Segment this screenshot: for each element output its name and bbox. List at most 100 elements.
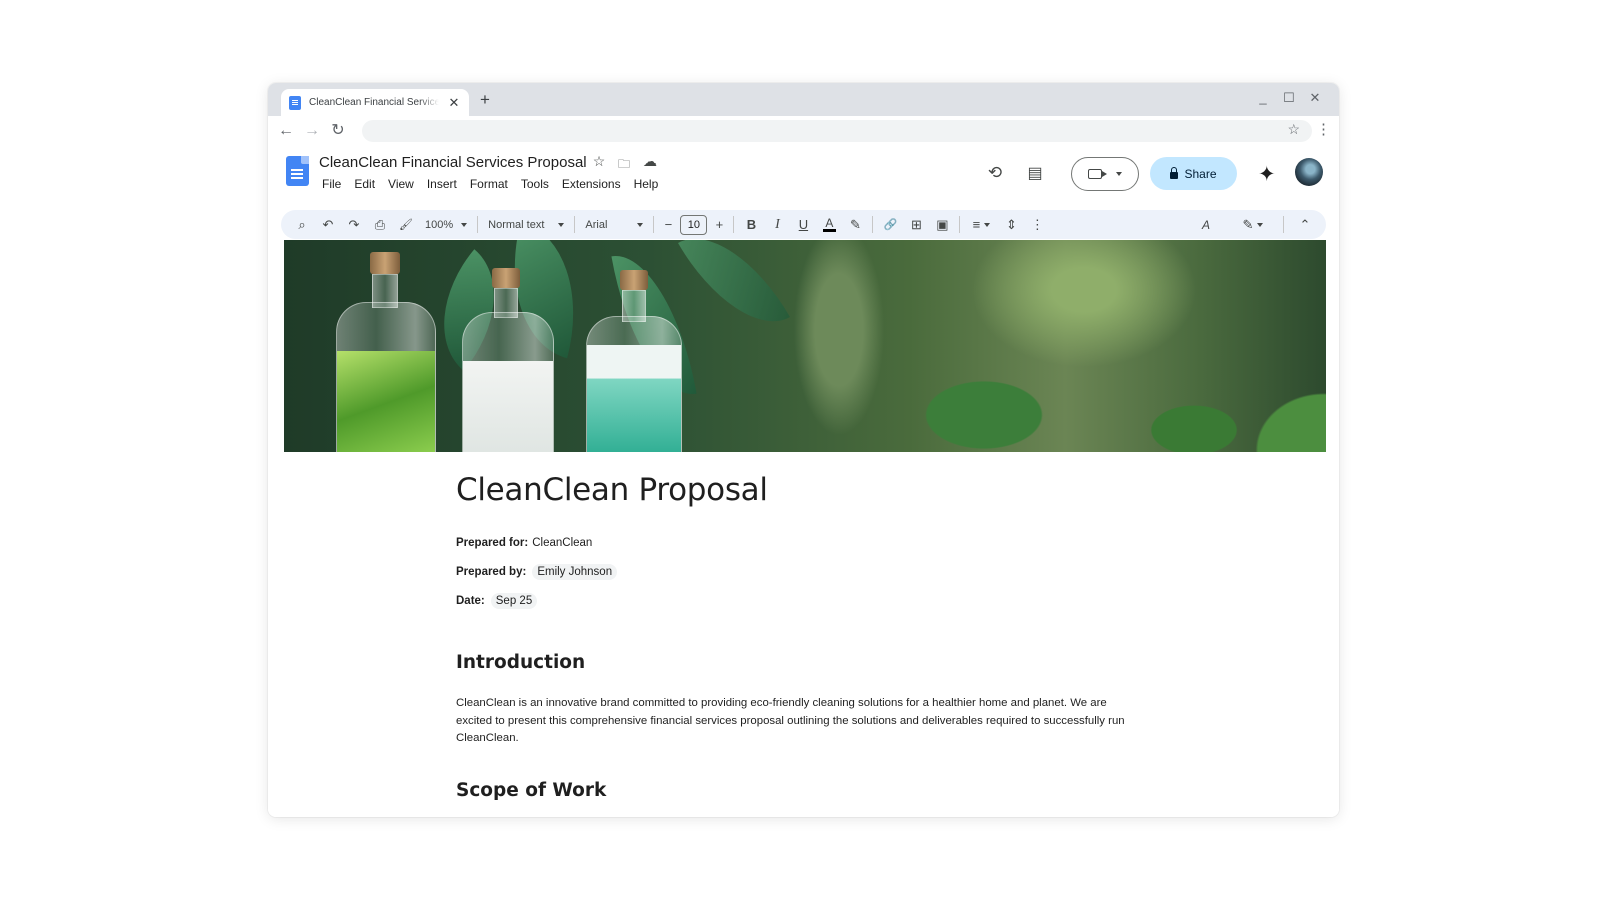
tab-close-icon[interactable]: ✕	[447, 95, 461, 111]
prepared-for-value: CleanClean	[532, 537, 593, 549]
address-bar[interactable]: ☆	[362, 120, 1312, 142]
menu-view[interactable]: View	[388, 177, 414, 191]
spellcheck-icon[interactable]: A	[1193, 214, 1219, 236]
maximize-icon[interactable]: ☐	[1280, 90, 1298, 106]
docs-header: CleanClean Financial Services Proposal ☆…	[268, 146, 1339, 210]
toolbar-divider	[653, 216, 655, 233]
paint-format-icon[interactable]: 🖌	[393, 214, 419, 236]
toolbar-divider	[872, 216, 874, 233]
align-left-icon: ≡	[972, 217, 981, 232]
person-chip[interactable]: Emily Johnson	[532, 564, 618, 580]
bold-icon[interactable]: B	[738, 214, 764, 236]
browser-menu-icon[interactable]: ⋮	[1316, 120, 1331, 138]
video-camera-icon	[1088, 169, 1107, 179]
menu-edit[interactable]: Edit	[354, 177, 375, 191]
editing-mode-button[interactable]: ✎	[1233, 214, 1273, 236]
chevron-down-icon	[461, 222, 468, 227]
version-history-icon[interactable]: ⟲	[983, 163, 1007, 183]
docs-favicon-icon	[289, 95, 301, 110]
line-spacing-icon[interactable]: ⇕	[998, 214, 1024, 236]
document-heading: CleanClean Proposal	[456, 472, 768, 508]
menu-tools[interactable]: Tools	[521, 177, 549, 191]
move-folder-icon[interactable]: 🗀	[615, 155, 633, 176]
prepared-for-label: Prepared for:	[456, 537, 529, 549]
undo-icon[interactable]: ↶	[315, 214, 341, 236]
window-close-icon[interactable]: ✕	[1306, 90, 1324, 106]
decrease-font-size-button[interactable]: −	[658, 214, 678, 236]
paragraph-style-select[interactable]: Normal text	[482, 214, 570, 236]
italic-icon[interactable]: I	[764, 214, 790, 236]
menu-extensions[interactable]: Extensions	[562, 177, 621, 191]
browser-navbar: ← → ↻ ☆ ⋮	[268, 116, 1339, 146]
bookmark-star-icon[interactable]: ☆	[1287, 121, 1300, 138]
formatting-toolbar: ⌕ ↶ ↷ ⎙ 🖌 100% Normal text Arial − 10 + …	[281, 210, 1326, 239]
toolbar-divider	[733, 216, 735, 233]
text-color-swatch	[822, 228, 836, 232]
font-size-input[interactable]: 10	[680, 214, 708, 235]
menu-format[interactable]: Format	[470, 177, 508, 191]
increase-font-size-button[interactable]: +	[709, 214, 729, 236]
collapse-menus-icon[interactable]: ⌃	[1292, 214, 1318, 236]
chevron-down-icon	[984, 222, 991, 227]
document-canvas[interactable]: CleanClean Proposal Prepared for: CleanC…	[268, 240, 1339, 817]
cloud-status-icon[interactable]: ☁	[641, 153, 659, 170]
zoom-value: 100%	[425, 218, 454, 231]
star-icon[interactable]: ☆	[590, 153, 608, 170]
prepared-by-label: Prepared by:	[456, 566, 527, 578]
font-select[interactable]: Arial	[579, 214, 649, 236]
header-image	[284, 240, 1326, 452]
prepared-by-row: Prepared by: Emily Johnson	[456, 564, 618, 580]
highlight-icon[interactable]: ✎	[842, 214, 868, 236]
underline-icon[interactable]: U	[790, 214, 816, 236]
chevron-down-icon	[1116, 172, 1122, 176]
search-menus-icon[interactable]: ⌕	[289, 214, 315, 236]
chevron-down-icon	[558, 222, 565, 227]
leaf-decoration	[678, 240, 790, 347]
avatar[interactable]	[1295, 158, 1323, 186]
date-label: Date:	[456, 595, 485, 607]
menu-help[interactable]: Help	[634, 177, 659, 191]
forward-icon[interactable]: →	[302, 121, 322, 141]
gemini-sparkle-icon[interactable]: ✦	[1258, 162, 1276, 187]
meet-button[interactable]	[1071, 157, 1139, 191]
insert-image-icon[interactable]: ▣	[929, 214, 955, 236]
toolbar-divider	[959, 216, 961, 233]
share-button[interactable]: Share	[1150, 157, 1237, 190]
date-chip[interactable]: Sep 25	[490, 593, 538, 609]
document-title[interactable]: CleanClean Financial Services Proposal	[319, 154, 587, 171]
zoom-select[interactable]: 100%	[419, 214, 473, 236]
back-icon[interactable]: ←	[276, 121, 296, 141]
chevron-down-icon	[637, 222, 644, 227]
paragraph-style-value: Normal text	[488, 218, 545, 231]
tab-title: CleanClean Financial Services Proposal	[309, 97, 439, 108]
browser-window: CleanClean Financial Services Proposal ✕…	[268, 83, 1339, 817]
add-comment-icon[interactable]: ⊞	[903, 214, 929, 236]
link-icon[interactable]: 🔗	[877, 214, 903, 236]
menu-bar: File Edit View Insert Format Tools Exten…	[322, 177, 658, 191]
redo-icon[interactable]: ↷	[341, 214, 367, 236]
comments-icon[interactable]: ▤	[1023, 163, 1047, 183]
share-label: Share	[1184, 166, 1217, 181]
text-color-button[interactable]: A	[816, 214, 842, 236]
menu-insert[interactable]: Insert	[427, 177, 457, 191]
align-button[interactable]: ≡	[964, 214, 998, 236]
scope-heading: Scope of Work	[456, 780, 607, 801]
print-icon[interactable]: ⎙	[367, 214, 393, 236]
docs-logo-icon[interactable]	[286, 156, 309, 186]
chevron-down-icon	[1257, 222, 1264, 227]
minimize-icon[interactable]: _	[1254, 90, 1272, 105]
toolbar-divider	[1283, 216, 1284, 233]
text-color-icon: A	[825, 215, 834, 230]
introduction-paragraph: CleanClean is an innovative brand commit…	[456, 697, 1125, 744]
more-options-icon[interactable]: ⋮	[1024, 214, 1050, 236]
page-body: CleanClean Proposal Prepared for: CleanC…	[456, 472, 1136, 801]
lock-icon	[1170, 167, 1179, 179]
menu-file[interactable]: File	[322, 177, 341, 191]
reload-icon[interactable]: ↻	[328, 121, 348, 141]
toolbar-divider	[477, 216, 479, 233]
date-row: Date: Sep 25	[456, 593, 538, 609]
new-tab-icon[interactable]: +	[475, 90, 495, 110]
prepared-for-row: Prepared for: CleanClean	[456, 537, 592, 549]
browser-tab[interactable]: CleanClean Financial Services Proposal ✕	[281, 89, 469, 116]
pencil-icon: ✎	[1242, 216, 1254, 232]
